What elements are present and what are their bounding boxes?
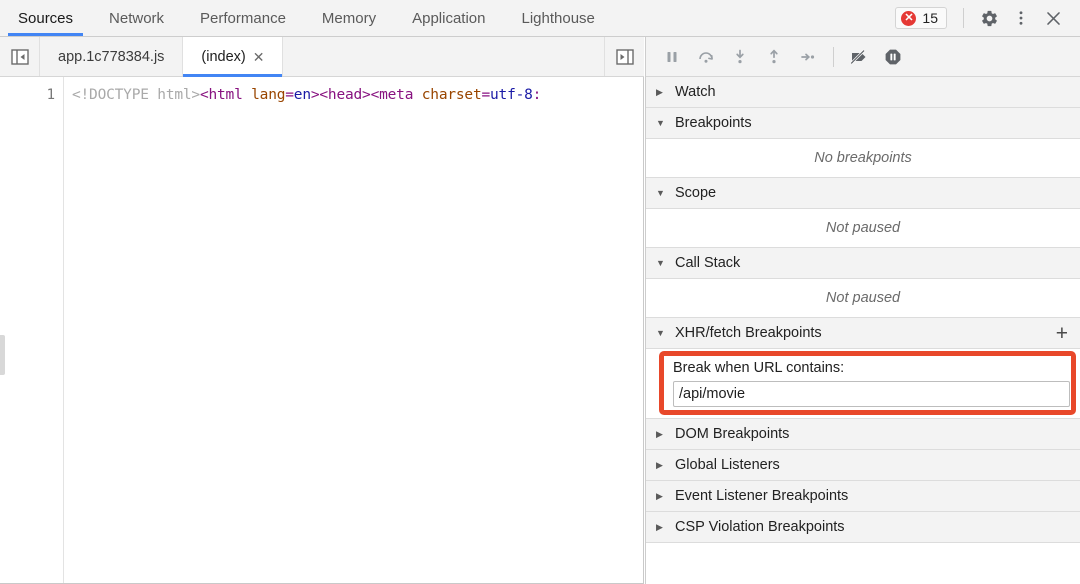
debugger-sections: ▶ Watch ▼ Breakpoints No breakpoints ▼ S…: [646, 77, 1080, 543]
pause-on-exceptions-button[interactable]: [877, 42, 909, 72]
code-token-attr: lang: [251, 87, 286, 103]
toolbar-divider: [963, 8, 964, 28]
section-header-breakpoints[interactable]: ▼ Breakpoints: [646, 108, 1080, 139]
code-token-doctype: <!DOCTYPE html>: [72, 87, 200, 103]
code-line-1[interactable]: <!DOCTYPE html><html lang=en><head><meta…: [72, 85, 643, 105]
code-token-attr: charset: [421, 87, 482, 103]
panel-tab-performance[interactable]: Performance: [182, 0, 304, 36]
section-title: CSP Violation Breakpoints: [675, 519, 845, 535]
step-out-of-current-function-button[interactable]: [758, 42, 790, 72]
error-count-badge[interactable]: ✕ 15: [895, 7, 947, 29]
chevron-down-icon: ▼: [656, 327, 665, 338]
panel-tab-application[interactable]: Application: [394, 0, 503, 36]
step-button[interactable]: [792, 42, 824, 72]
code-token-punct: :: [532, 87, 542, 103]
close-icon[interactable]: ✕: [253, 50, 265, 64]
section-header-xhr-fetch-breakpoints[interactable]: ▼ XHR/fetch Breakpoints +: [646, 318, 1080, 349]
code-editor[interactable]: 1 <!DOCTYPE html><html lang=en><head><me…: [0, 77, 644, 584]
section-header-event-listener-breakpoints[interactable]: ▶ Event Listener Breakpoints: [646, 481, 1080, 512]
section-title: Breakpoints: [675, 115, 752, 131]
panel-tab-sources[interactable]: Sources: [0, 0, 91, 36]
chevron-right-icon: ▶: [656, 521, 663, 532]
code-token-tag: <meta: [370, 87, 414, 103]
file-tab-app-js[interactable]: app.1c778384.js: [40, 37, 184, 76]
file-tabbar: app.1c778384.js (index) ✕: [0, 37, 644, 77]
section-header-scope[interactable]: ▼ Scope: [646, 178, 1080, 209]
section-body-call-stack: Not paused: [646, 279, 1080, 318]
chevron-right-icon: ▶: [656, 490, 663, 501]
section-title: DOM Breakpoints: [675, 426, 790, 442]
code-token-punct: =: [481, 87, 491, 103]
code-token-punct: =: [285, 87, 294, 103]
navigator-resize-handle[interactable]: [0, 335, 5, 375]
section-title: Global Listeners: [675, 457, 780, 473]
deactivate-breakpoints-button[interactable]: [843, 42, 875, 72]
panel-tab-label: Performance: [200, 9, 286, 27]
section-header-call-stack[interactable]: ▼ Call Stack: [646, 248, 1080, 279]
section-title: Scope: [675, 185, 717, 201]
gear-icon[interactable]: [974, 3, 1004, 33]
section-title: XHR/fetch Breakpoints: [675, 325, 822, 341]
chevron-down-icon: ▼: [656, 187, 665, 198]
panel-tab-memory[interactable]: Memory: [304, 0, 394, 36]
file-tab-index[interactable]: (index) ✕: [183, 37, 284, 77]
panel-tab-label: Memory: [321, 9, 377, 27]
error-icon: ✕: [901, 10, 917, 26]
close-icon[interactable]: [1038, 3, 1068, 33]
chevron-down-icon: ▼: [656, 257, 665, 268]
error-count-label: 15: [922, 10, 938, 26]
code-token-tag: <html: [199, 87, 243, 103]
debugger-toolbar: [646, 37, 1080, 77]
section-header-global-listeners[interactable]: ▶ Global Listeners: [646, 450, 1080, 481]
code-token-val: utf-8: [490, 87, 533, 103]
chevron-right-icon: ▶: [656, 428, 663, 439]
section-header-csp-violation-breakpoints[interactable]: ▶ CSP Violation Breakpoints: [646, 512, 1080, 543]
chevron-down-icon: ▼: [656, 117, 665, 128]
chevron-right-icon: ▶: [656, 86, 663, 97]
xhr-breakpoint-url-input[interactable]: [673, 381, 1070, 407]
section-title: Event Listener Breakpoints: [675, 488, 849, 504]
panel-tab-label: Application: [412, 9, 486, 27]
chevron-right-icon: ▶: [656, 459, 663, 470]
panel-tab-label: Network: [109, 9, 165, 27]
line-number-gutter: 1: [0, 77, 64, 583]
toolbar-divider: [833, 46, 834, 67]
debugger-sidebar: ▶ Watch ▼ Breakpoints No breakpoints ▼ S…: [645, 37, 1080, 584]
code-token-tag: <head>: [319, 87, 371, 103]
section-header-dom-breakpoints[interactable]: ▶ DOM Breakpoints: [646, 419, 1080, 450]
code-token-val: en: [293, 87, 311, 103]
devtools-window: Sources Network Performance Memory Appli…: [0, 0, 1080, 584]
file-tab-label: app.1c778384.js: [58, 48, 165, 65]
panel-tab-label: Lighthouse: [521, 9, 595, 27]
show-debugger-panel-icon[interactable]: [604, 37, 644, 76]
devtools-panel-tabbar: Sources Network Performance Memory Appli…: [0, 0, 1080, 37]
sources-editor-pane: app.1c778384.js (index) ✕ 1 <!DOCTYPE ht…: [0, 37, 644, 584]
show-navigator-panel-icon[interactable]: [0, 37, 40, 76]
section-header-watch[interactable]: ▶ Watch: [646, 77, 1080, 108]
file-tab-label: (index): [201, 48, 246, 65]
panel-tab-network[interactable]: Network: [91, 0, 182, 36]
section-title: Watch: [675, 84, 716, 100]
line-number: 1: [46, 87, 55, 103]
step-over-next-function-call-button[interactable]: [690, 42, 722, 72]
xhr-breakpoint-label: Break when URL contains:: [673, 360, 845, 376]
add-xhr-breakpoint-button[interactable]: +: [1056, 323, 1070, 344]
section-body-scope: Not paused: [646, 209, 1080, 248]
more-vertical-icon[interactable]: [1006, 3, 1036, 33]
panel-tab-lighthouse[interactable]: Lighthouse: [503, 0, 612, 36]
step-into-next-function-call-button[interactable]: [724, 42, 756, 72]
pause-script-execution-button[interactable]: [656, 42, 688, 72]
panel-tab-label: Sources: [18, 9, 74, 27]
xhr-breakpoint-editor: Break when URL contains:: [646, 349, 1080, 419]
devtools-toolbar-right: ✕ 15: [895, 0, 1080, 36]
section-body-breakpoints: No breakpoints: [646, 139, 1080, 178]
section-title: Call Stack: [675, 255, 741, 271]
